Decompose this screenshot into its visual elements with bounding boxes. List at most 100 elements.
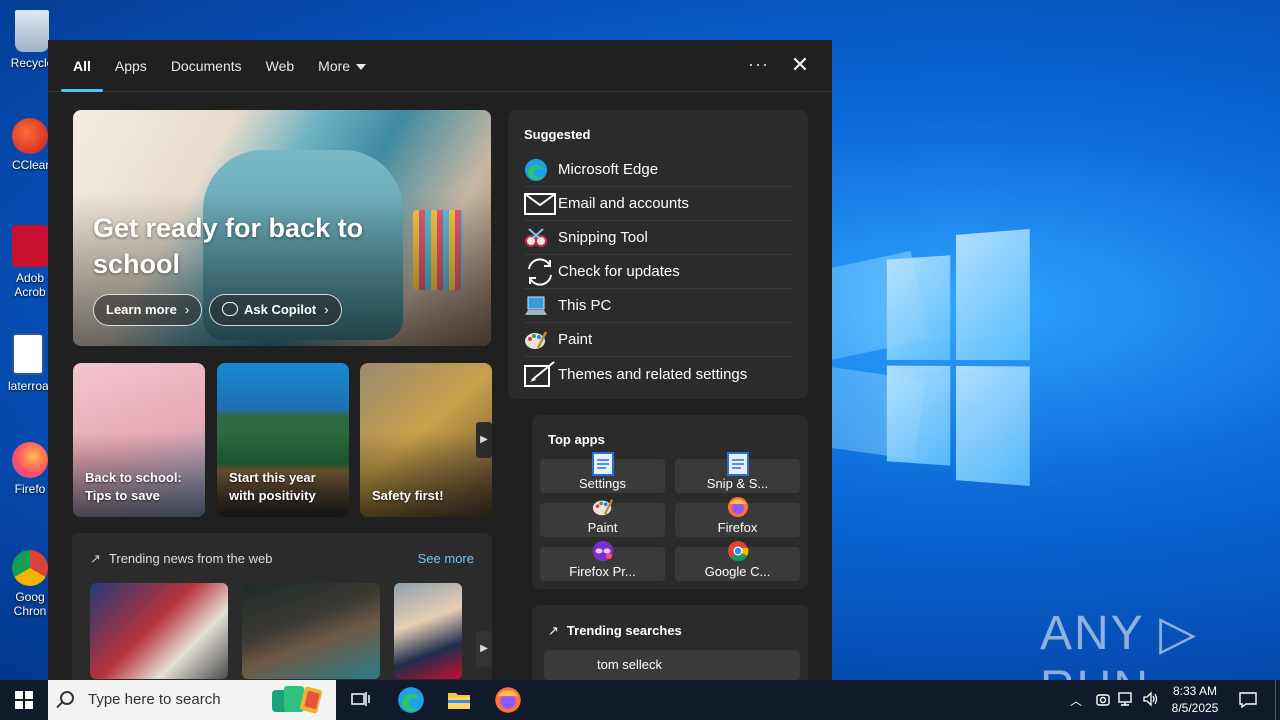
trending-news-section: ↗ Trending news from the web See more ▶ (72, 533, 492, 680)
top-app-firefox[interactable]: Firefox (675, 497, 800, 537)
trending-searches-section: ↗ Trending searches tom selleck (532, 605, 808, 680)
document-icon (727, 452, 749, 479)
folder-icon (448, 693, 470, 709)
news-thumbnail[interactable] (90, 583, 228, 679)
see-more-link[interactable]: See more (418, 551, 474, 566)
top-app-settings[interactable]: Settings (540, 452, 665, 493)
learn-more-button[interactable]: Learn more › (93, 294, 203, 326)
edge-icon (524, 158, 558, 182)
suggested-item-themes[interactable]: Themes and related settings (524, 357, 792, 391)
word-document-icon (12, 333, 44, 375)
tab-more[interactable]: More (306, 40, 378, 92)
tab-web[interactable]: Web (254, 40, 307, 92)
chrome-icon (727, 540, 749, 565)
suggested-item-microsoft-edge[interactable]: Microsoft Edge (524, 153, 792, 187)
firefox-icon (12, 442, 48, 478)
start-button[interactable] (0, 680, 48, 720)
top-app-firefox-private[interactable]: Firefox Pr... (540, 541, 665, 581)
trending-icon: ↗ (548, 623, 559, 638)
chat-bubble-icon (222, 302, 238, 316)
chrome-icon (12, 550, 48, 586)
search-highlight-icon (268, 684, 330, 716)
card-back-to-school[interactable]: Back to school: Tips to save (73, 363, 205, 517)
news-thumbnail[interactable] (394, 583, 462, 679)
notification-icon (1239, 692, 1257, 709)
chevron-down-icon (356, 64, 367, 71)
suggested-item-snipping-tool[interactable]: Snipping Tool (524, 221, 792, 255)
taskbar-firefox-button[interactable] (494, 686, 522, 714)
hero-title: Get ready for back to school (93, 213, 364, 279)
mail-icon (524, 192, 558, 215)
computer-icon (524, 295, 558, 317)
chevron-right-icon: › (324, 302, 329, 317)
top-app-snip-sketch[interactable]: Snip & S... (675, 452, 800, 493)
news-next-button[interactable]: ▶ (476, 631, 492, 667)
taskbar-clock[interactable]: 8:33 AM 8/5/2025 (1160, 683, 1230, 717)
suggested-section: Suggested Microsoft Edge Email and accou… (508, 110, 808, 399)
task-view-icon (351, 692, 370, 706)
desktop-icon-word-document[interactable]: laterroa (8, 333, 49, 393)
windows-logo (886, 229, 1030, 486)
volume-icon (1143, 691, 1158, 707)
taskbar-edge-button[interactable] (397, 686, 425, 714)
tab-documents[interactable]: Documents (159, 40, 254, 92)
paint-icon (592, 496, 614, 521)
firefox-private-icon (592, 540, 614, 565)
refresh-icon (524, 256, 558, 288)
card-safety-first[interactable]: Safety first! (360, 363, 492, 517)
tab-all[interactable]: All (61, 40, 103, 92)
tab-apps[interactable]: Apps (103, 40, 159, 92)
top-app-google-chrome[interactable]: Google C... (675, 541, 800, 581)
ask-copilot-button[interactable]: Ask Copilot › (209, 294, 342, 326)
suggested-item-this-pc[interactable]: This PC (524, 289, 792, 323)
top-apps-section: Top apps Settings Snip & S... Paint Fire… (532, 415, 808, 589)
edge-icon (398, 687, 424, 713)
chevron-right-icon: ▶ (480, 434, 488, 445)
adobe-acrobat-icon (12, 225, 48, 267)
search-topbar: All Apps Documents Web More ··· ✕ (48, 40, 832, 92)
cards-next-button[interactable]: ▶ (476, 422, 492, 458)
taskbar: Type here to search ︿ 8:33 AM 8/5/2025 (0, 680, 1280, 720)
suggested-item-check-for-updates[interactable]: Check for updates (524, 255, 792, 289)
network-icon (1118, 692, 1132, 706)
desktop-icon-adobe-acrobat[interactable]: Adob Acrob (12, 225, 48, 299)
tray-network-button[interactable] (1118, 691, 1136, 720)
news-thumbnail[interactable] (242, 583, 380, 679)
show-hidden-icons-button[interactable]: ︿ (1070, 692, 1082, 720)
tray-volume-button[interactable] (1142, 691, 1160, 720)
task-view-button[interactable] (346, 686, 374, 714)
desktop-icon-ccleaner[interactable]: CClean (12, 118, 52, 172)
card-positivity[interactable]: Start this year with positivity (217, 363, 349, 517)
paint-icon (524, 328, 558, 352)
show-desktop-button[interactable] (1275, 680, 1276, 720)
trending-icon: ↗ (90, 551, 101, 566)
trending-search-item[interactable]: tom selleck (544, 650, 800, 680)
themes-icon (524, 360, 558, 388)
firefox-icon (495, 687, 521, 713)
suggested-item-paint[interactable]: Paint (524, 323, 792, 357)
chevron-up-icon: ︿ (1070, 694, 1083, 708)
desktop-icon-firefox[interactable]: Firefo (12, 442, 48, 496)
close-button[interactable]: ✕ (788, 52, 812, 78)
taskbar-search-input[interactable]: Type here to search (48, 680, 336, 720)
chevron-right-icon: ▶ (480, 643, 488, 654)
ccleaner-icon (12, 118, 48, 154)
action-center-button[interactable] (1238, 690, 1258, 720)
search-tabs: All Apps Documents Web More (61, 40, 378, 92)
more-options-button[interactable]: ··· (748, 54, 769, 75)
snipping-tool-icon (524, 226, 558, 250)
tray-camera-button[interactable] (1095, 691, 1111, 720)
windows-start-icon (15, 691, 33, 709)
suggested-item-email-and-accounts[interactable]: Email and accounts (524, 187, 792, 221)
hero-banner[interactable]: Get ready for back to school Learn more ›… (73, 110, 491, 346)
search-panel: All Apps Documents Web More ··· ✕ Get re… (48, 40, 832, 680)
document-icon (592, 452, 614, 479)
desktop-icon-chrome[interactable]: Goog Chron (12, 550, 48, 618)
chevron-right-icon: › (184, 302, 190, 317)
recycle-bin-icon (15, 10, 49, 52)
camera-icon (1096, 694, 1110, 706)
firefox-icon (727, 496, 749, 521)
taskbar-file-explorer-button[interactable] (445, 686, 473, 714)
search-icon (60, 691, 74, 705)
top-app-paint[interactable]: Paint (540, 499, 665, 537)
